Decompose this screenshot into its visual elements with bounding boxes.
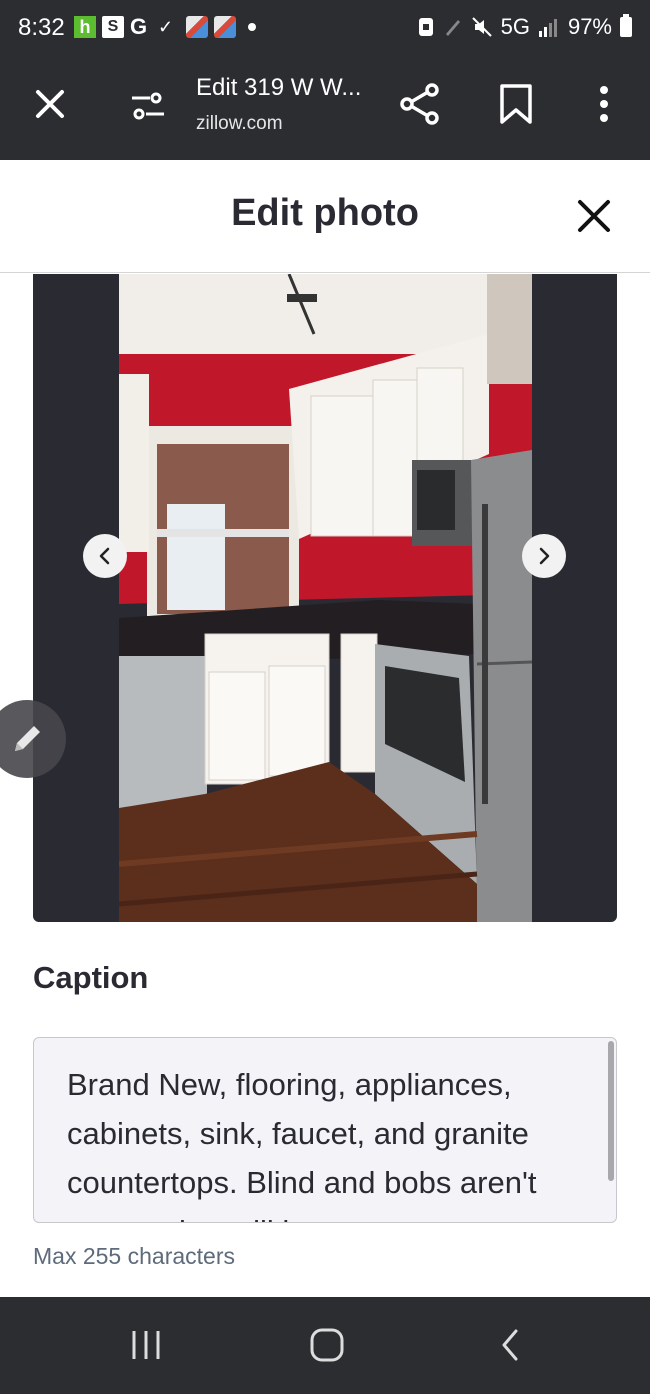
browser-toolbar: Edit 319 W W... zillow.com xyxy=(0,58,650,160)
chevron-right-icon xyxy=(539,547,550,565)
back-icon[interactable] xyxy=(496,1327,524,1363)
maps-icon xyxy=(186,16,208,38)
check-icon: ✓ xyxy=(158,17,174,37)
sheet-title: Edit photo xyxy=(231,192,419,234)
status-time: 8:32 xyxy=(18,14,65,41)
mute-icon xyxy=(471,17,492,37)
caption-label: Caption xyxy=(33,960,149,995)
page-title: Edit 319 W W... xyxy=(196,74,362,101)
houzz-icon: h xyxy=(74,16,96,38)
lock-icon xyxy=(418,18,433,36)
sheet-header: Edit photo xyxy=(0,160,650,273)
caption-hint: Max 255 characters xyxy=(33,1243,235,1269)
close-icon[interactable] xyxy=(30,84,70,124)
close-icon[interactable] xyxy=(574,196,614,236)
recent-apps-icon[interactable] xyxy=(126,1327,166,1363)
home-icon[interactable] xyxy=(309,1327,345,1363)
maps-icon xyxy=(214,16,236,38)
bookmark-icon[interactable] xyxy=(498,82,534,126)
system-nav-bar xyxy=(0,1297,650,1394)
share-icon[interactable] xyxy=(398,82,442,126)
signal-icon xyxy=(538,19,557,37)
caption-text[interactable]: Brand New, flooring, appliances, cabinet… xyxy=(67,1060,597,1222)
more-vert-icon[interactable] xyxy=(590,82,618,126)
kitchen-photo xyxy=(119,274,532,922)
pencil-icon xyxy=(15,726,40,751)
dot-icon xyxy=(248,23,256,31)
status-bar: 8:32 h S G ✓ 5G 97% xyxy=(0,0,650,58)
system-icons: 5G 97% xyxy=(417,14,632,40)
caption-scrollbar[interactable] xyxy=(608,1041,614,1181)
battery-icon xyxy=(620,14,632,37)
pen-icon xyxy=(445,20,460,36)
google-icon: G xyxy=(130,14,148,39)
site-settings-icon[interactable] xyxy=(128,86,168,126)
edit-photo-sheet: Edit photo Caption Brand New, flooring, … xyxy=(0,160,650,1297)
network-type: 5G xyxy=(500,14,530,39)
s-icon: S xyxy=(102,16,124,38)
caption-textarea[interactable]: Brand New, flooring, appliances, cabinet… xyxy=(33,1037,617,1223)
battery-percent: 97% xyxy=(567,14,612,39)
chevron-left-icon xyxy=(99,547,110,565)
previous-photo-button[interactable] xyxy=(83,534,127,578)
page-url[interactable]: zillow.com xyxy=(196,113,283,135)
photo-carousel xyxy=(33,274,617,922)
notification-icons: h S G ✓ xyxy=(74,16,256,38)
next-photo-button[interactable] xyxy=(522,534,566,578)
